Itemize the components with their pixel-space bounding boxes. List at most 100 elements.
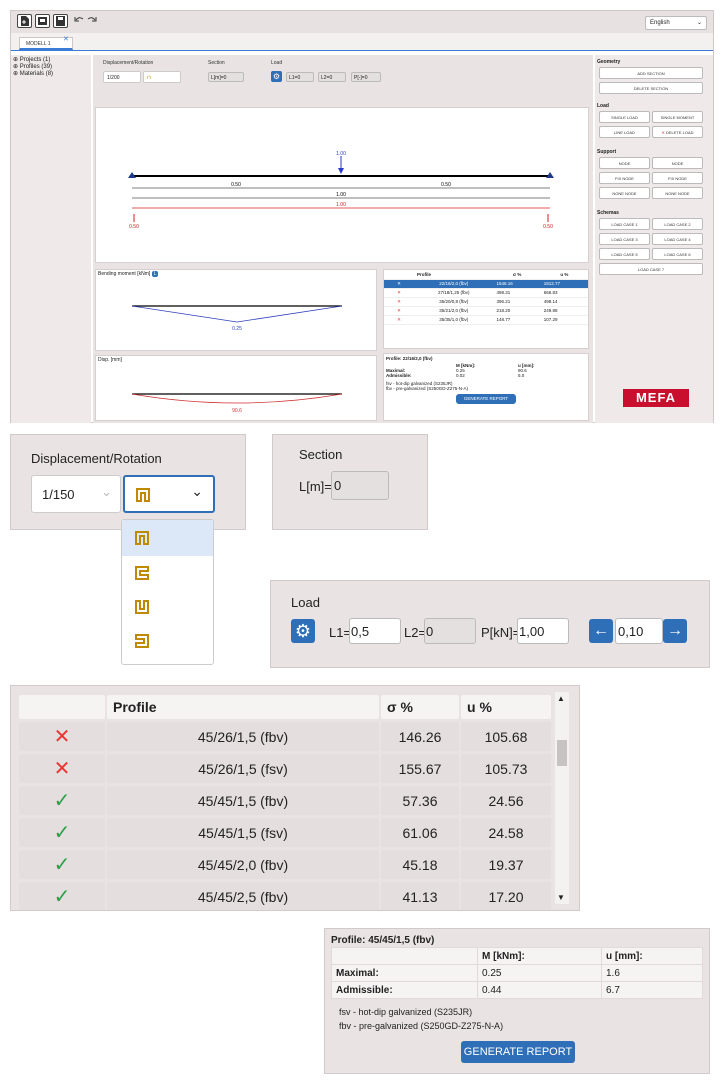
delete-load-button[interactable]: ✕ DELETE LOAD — [652, 126, 703, 138]
dropdown-option-c-reverse[interactable] — [122, 624, 213, 658]
zoom-step-input[interactable]: 0,10 — [615, 618, 663, 644]
gear-icon[interactable]: ⚙ — [271, 71, 282, 82]
profile-type-select[interactable]: ⊓ — [143, 71, 181, 83]
reaction-left-label: 0.50 — [129, 224, 139, 230]
table-row[interactable]: ✓ 45/45/1,5 (fsv) 61.06 24.58 — [19, 818, 551, 847]
close-tab-icon[interactable]: ✕ — [63, 35, 69, 43]
moment-canvas: Bending moment [kNm] L 0.25 — [95, 269, 377, 351]
table-row[interactable]: ✕ 35/20/0,8 (fbv) 396.21 498.14 — [384, 297, 588, 307]
l1-field[interactable]: L1=0 — [286, 72, 314, 82]
disp-diagram: 90.6 — [131, 393, 343, 414]
zoom-displacement-select[interactable]: 1/150 ⌄ — [31, 475, 121, 513]
redo-icon[interactable] — [85, 14, 97, 28]
cell-sigma: 218.20 — [493, 306, 541, 316]
cell-u: 107.29 — [540, 315, 588, 325]
node-button-2[interactable]: NODE — [652, 157, 703, 169]
moment-badge[interactable]: L — [151, 271, 159, 277]
load-case-6-button[interactable]: LOAD CASE 6 — [652, 248, 703, 260]
p-field[interactable]: P[-]=0 — [351, 72, 381, 82]
table-row[interactable]: ✕ 35/21/2,0 (fbv) 218.20 249.88 — [384, 306, 588, 316]
table-scrollbar[interactable]: ▲ ▼ — [555, 692, 569, 904]
zoom-section-input[interactable]: 0 — [331, 471, 389, 500]
language-value: English — [650, 20, 670, 26]
load-case-label: LOAD CASE 3 — [611, 237, 638, 242]
beam-canvas[interactable]: 1.00 0.50 0.50 1.00 1.00 0.50 0.50 — [95, 107, 589, 263]
add-section-button[interactable]: ADD SECTION — [599, 67, 703, 79]
disp-canvas: Disp. [mm] 90.6 — [95, 355, 377, 421]
zoom-profile-table-panel: Profile σ % u % ✕ 45/26/1,5 (fbv) 146.26… — [10, 685, 580, 911]
tree-item-materials[interactable]: ⊕ Materials (8) — [13, 71, 89, 78]
displacement-select[interactable]: 1/200 — [103, 71, 141, 83]
new-file-icon[interactable] — [17, 14, 32, 28]
none-node-button-2[interactable]: NONE NODE — [652, 187, 703, 199]
tree-item-profiles[interactable]: ⊕ Profiles (39) — [13, 64, 89, 71]
arrow-left-icon[interactable]: ← — [589, 619, 613, 643]
load-case-3-button[interactable]: LOAD CASE 3 — [599, 233, 650, 245]
undo-icon[interactable] — [73, 14, 85, 28]
gear-icon[interactable]: ⚙ — [291, 619, 315, 643]
table-row[interactable]: ✓ 45/45/2,0 (fbv) 45.18 19.37 — [19, 850, 551, 879]
dropdown-option-u-open[interactable] — [122, 590, 213, 624]
cell-sigma: 396.21 — [493, 297, 541, 307]
zoom-profile-results-table: M [kNm]: u [mm]: Maximal: 0.25 1.6 Admis… — [331, 947, 703, 999]
load-heading: Load — [597, 103, 609, 109]
load-case-2-button[interactable]: LOAD CASE 2 — [652, 218, 703, 230]
table-row[interactable]: ✕ 22/16/2,0 (fbv) 1546.16 1812.77 — [384, 279, 588, 289]
single-load-button[interactable]: SINGLE LOAD — [599, 111, 650, 123]
cell-u: 24.56 — [461, 786, 551, 815]
load-case-1-button[interactable]: LOAD CASE 1 — [599, 218, 650, 230]
none-node-button-1[interactable]: NONE NODE — [599, 187, 650, 199]
language-select[interactable]: English ⌄ — [645, 16, 707, 30]
tools-panel: Geometry ADD SECTION DELETE SECTION Load… — [595, 55, 713, 423]
single-moment-button[interactable]: SINGLE MOMENT — [652, 111, 703, 123]
x-icon: ✕ — [19, 754, 105, 783]
open-file-icon[interactable] — [35, 14, 50, 28]
arrow-right-icon[interactable]: → — [663, 619, 687, 643]
fix-node-button-2[interactable]: FIX NODE — [652, 172, 703, 184]
zoom-p-value: 1,00 — [519, 624, 545, 639]
toolbar: English ⌄ — [11, 11, 713, 33]
dropdown-option-u[interactable] — [122, 520, 213, 556]
fix-node-label: FIX NODE — [668, 176, 687, 181]
table-row[interactable]: ✕ 45/26/1,5 (fbv) 146.26 105.68 — [19, 722, 551, 751]
scrollbar-thumb[interactable] — [557, 740, 567, 766]
cell-sigma: 148.77 — [493, 315, 541, 325]
load-case-4-button[interactable]: LOAD CASE 4 — [652, 233, 703, 245]
table-row[interactable]: ✓ 45/45/1,5 (fbv) 57.36 24.56 — [19, 786, 551, 815]
generate-report-button[interactable]: GENERATE REPORT — [461, 1041, 575, 1063]
node-button-1[interactable]: NODE — [599, 157, 650, 169]
zoom-l1-input[interactable]: 0,5 — [349, 618, 401, 644]
table-row[interactable]: ✕ 27/18/1,25 (fbv) 498.31 666.83 — [384, 288, 588, 298]
table-row[interactable]: ✕ 35/35/1,0 (fbv) 148.77 107.29 — [384, 315, 588, 325]
load-case-7-button[interactable]: LOAD CASE 7 — [599, 263, 703, 275]
zoom-p-input[interactable]: 1,00 — [517, 618, 569, 644]
delete-section-button[interactable]: DELETE SECTION — [599, 82, 703, 94]
load-case-5-button[interactable]: LOAD CASE 5 — [599, 248, 650, 260]
tree-item-projects[interactable]: ⊕ Projects (1) — [13, 57, 89, 64]
profile-c-icon — [135, 566, 149, 580]
save-icon[interactable] — [53, 14, 68, 28]
cell-profile: 45/26/1,5 (fbv) — [107, 722, 379, 751]
table-row[interactable]: ✕ 45/26/1,5 (fsv) 155.67 105.73 — [19, 754, 551, 783]
l2-field[interactable]: L2=0 — [318, 72, 346, 82]
load-case-label: LOAD CASE 1 — [611, 222, 638, 227]
cell-sigma: 45.18 — [381, 850, 459, 879]
dim-left-label: 0.50 — [231, 182, 241, 188]
section-field[interactable]: L[m]=0 — [208, 72, 244, 82]
scroll-up-icon[interactable]: ▲ — [557, 694, 565, 703]
zoom-l2-input[interactable]: 0 — [424, 618, 476, 644]
scroll-down-icon[interactable]: ▼ — [557, 893, 565, 902]
project-tree: ⊕ Projects (1) ⊕ Profiles (39) ⊕ Materia… — [11, 55, 91, 423]
generate-report-button[interactable]: GENERATE REPORT — [456, 394, 516, 404]
fix-node-button-1[interactable]: FIX NODE — [599, 172, 650, 184]
table-row[interactable]: ✓ 45/45/2,5 (fbv) 41.13 17.20 — [19, 882, 551, 910]
cell-u: 498.14 — [540, 297, 588, 307]
dropdown-option-c[interactable] — [122, 556, 213, 590]
mefa-logo: MEFA — [623, 389, 689, 407]
zoom-profile-select[interactable]: ⌄ — [123, 475, 215, 513]
cell-profile: 27/18/1,25 (fbv) — [414, 288, 494, 298]
x-icon: ✕ — [384, 288, 414, 298]
zoom-l1-label: L1= — [329, 625, 352, 640]
maximal-label: Maximal: — [331, 964, 478, 982]
line-load-button[interactable]: LINE LOAD — [599, 126, 650, 138]
